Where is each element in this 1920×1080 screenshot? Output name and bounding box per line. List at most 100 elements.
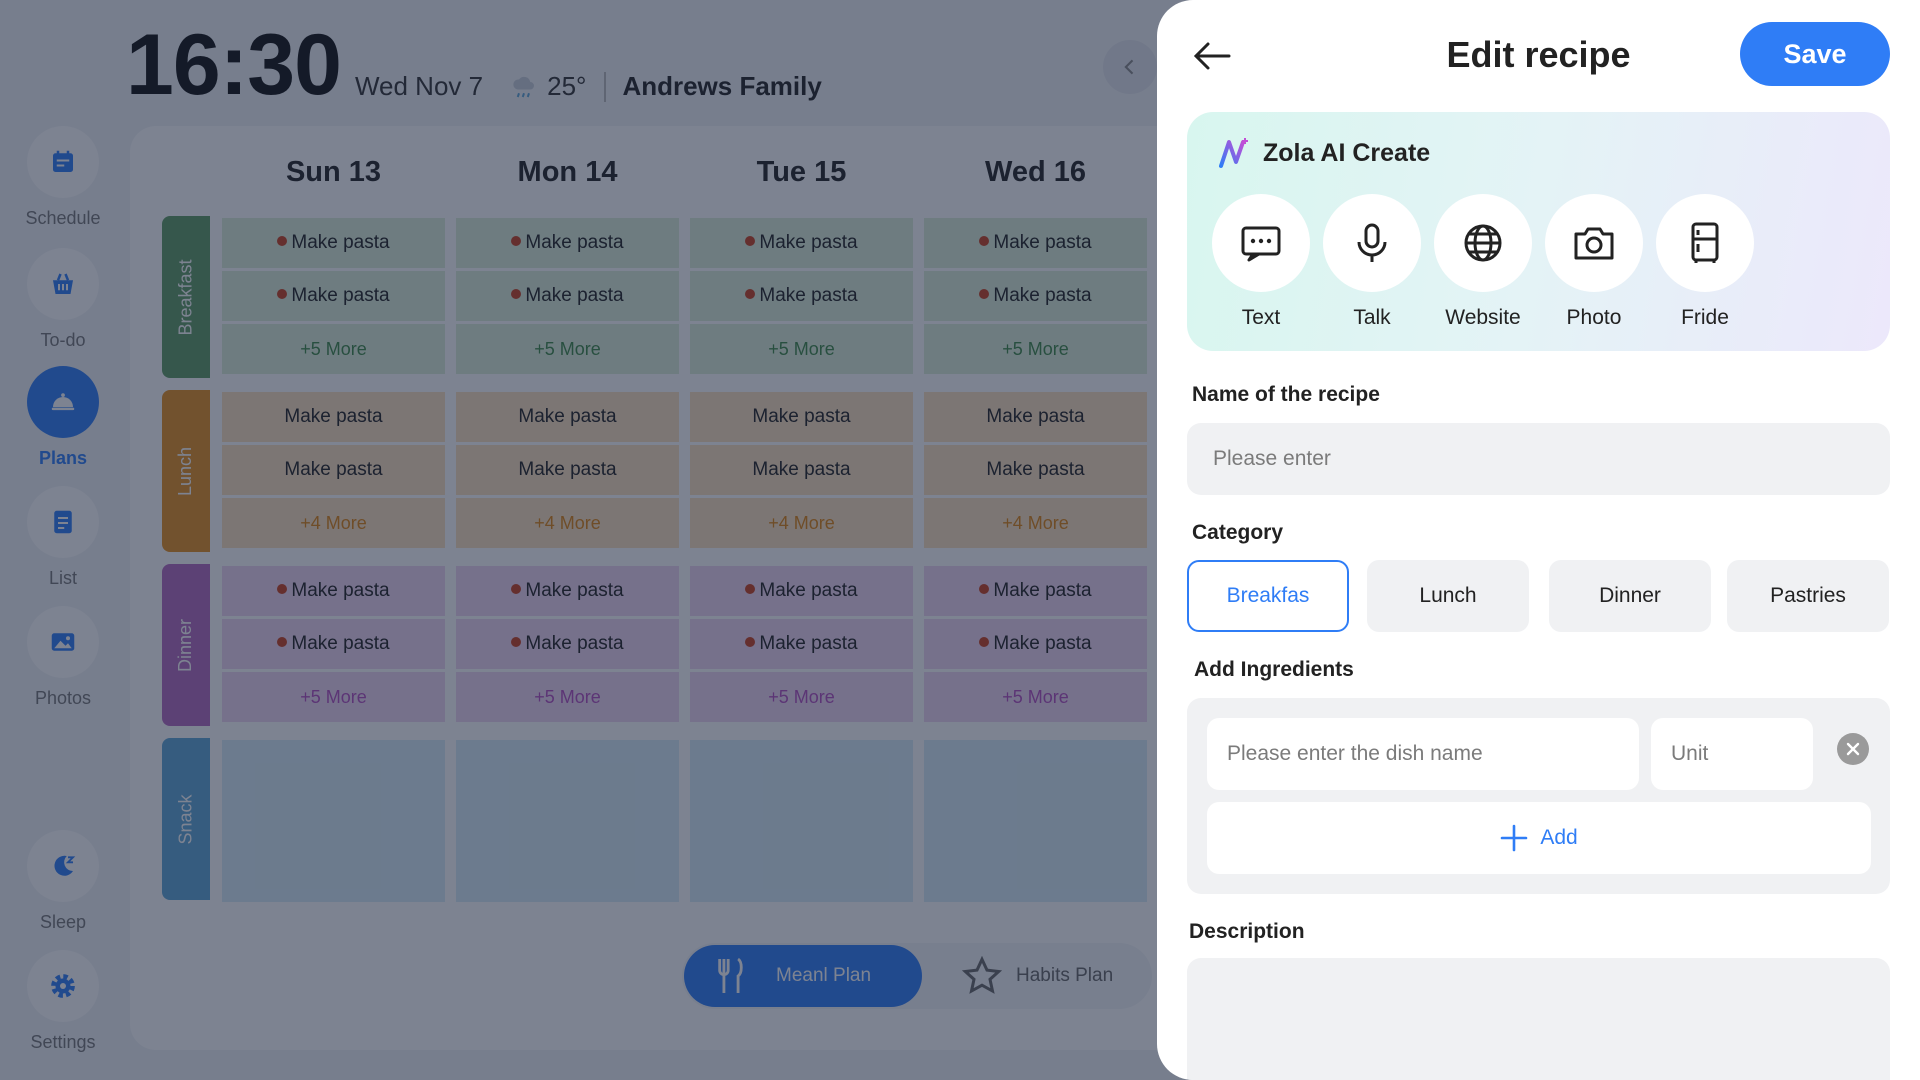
sidebar-item-list[interactable]: List bbox=[0, 486, 126, 589]
day-header: Mon 14 bbox=[517, 156, 618, 188]
meal-item-label: Make pasta bbox=[291, 633, 390, 654]
category-chip-pastries[interactable]: Pastries bbox=[1727, 560, 1889, 632]
star-icon bbox=[962, 956, 1002, 994]
category-chip-dinner[interactable]: Dinner bbox=[1549, 560, 1711, 632]
meal-item[interactable]: Make pasta bbox=[690, 566, 913, 616]
divider bbox=[604, 72, 607, 102]
tomato-icon bbox=[277, 584, 288, 594]
sidebar-item-schedule[interactable]: Schedule bbox=[0, 126, 126, 229]
chevron-left-icon bbox=[1124, 59, 1134, 75]
sidebar-item-settings[interactable]: Settings bbox=[0, 950, 126, 1053]
snack-cell[interactable] bbox=[456, 740, 679, 902]
ai-option-label: Website bbox=[1445, 306, 1521, 329]
tomato-icon bbox=[277, 289, 288, 299]
more-items-link[interactable]: +5 More bbox=[690, 324, 913, 374]
globe-icon bbox=[1434, 194, 1532, 292]
more-items-link[interactable]: +4 More bbox=[924, 498, 1147, 548]
tomato-icon bbox=[745, 289, 756, 299]
description-input[interactable] bbox=[1187, 958, 1890, 1080]
meal-item[interactable]: Make pasta bbox=[222, 392, 445, 442]
more-items-link[interactable]: +4 More bbox=[456, 498, 679, 548]
meal-item[interactable]: Make pasta bbox=[456, 619, 679, 669]
meal-item[interactable]: Make pasta bbox=[690, 392, 913, 442]
more-items-link[interactable]: +4 More bbox=[222, 498, 445, 548]
meal-item[interactable]: Make pasta bbox=[222, 271, 445, 321]
meal-plan-tab[interactable]: Meanl Plan bbox=[684, 945, 922, 1007]
save-button[interactable]: Save bbox=[1740, 22, 1890, 86]
meal-item[interactable]: Make pasta bbox=[456, 392, 679, 442]
meal-item[interactable]: Make pasta bbox=[456, 445, 679, 495]
meal-item[interactable]: Make pasta bbox=[690, 619, 913, 669]
ai-option-fridge[interactable]: Fride bbox=[1656, 194, 1754, 330]
add-ingredient-button[interactable]: Add bbox=[1207, 802, 1871, 874]
category-chip-lunch[interactable]: Lunch bbox=[1367, 560, 1529, 632]
meal-item-label: Make pasta bbox=[759, 633, 858, 654]
meal-tag-label: Snack bbox=[175, 793, 196, 845]
ai-option-website[interactable]: Website bbox=[1434, 194, 1532, 330]
remove-ingredient-button[interactable] bbox=[1837, 733, 1869, 765]
meal-item[interactable]: Make pasta bbox=[222, 218, 445, 268]
more-items-link[interactable]: +5 More bbox=[222, 672, 445, 722]
meal-item[interactable]: Make pasta bbox=[222, 445, 445, 495]
meal-item[interactable]: Make pasta bbox=[690, 218, 913, 268]
meal-item-label: Make pasta bbox=[759, 285, 858, 306]
meal-item-label: Make pasta bbox=[993, 580, 1092, 601]
sidebar-item-photos[interactable]: Photos bbox=[0, 606, 126, 709]
meal-item[interactable]: Make pasta bbox=[924, 218, 1147, 268]
ai-option-talk[interactable]: Talk bbox=[1323, 194, 1421, 330]
snack-cell[interactable] bbox=[222, 740, 445, 902]
habits-plan-tab[interactable]: Habits Plan bbox=[962, 945, 1113, 1007]
meal-item[interactable]: Make pasta bbox=[456, 566, 679, 616]
ingredients-editor: Add bbox=[1187, 698, 1890, 894]
recipe-name-input[interactable] bbox=[1187, 423, 1890, 495]
meal-item-label: Make pasta bbox=[518, 406, 617, 427]
snack-cell[interactable] bbox=[924, 740, 1147, 902]
more-items-link[interactable]: +5 More bbox=[924, 324, 1147, 374]
meal-item-label: Make pasta bbox=[993, 633, 1092, 654]
habits-plan-label: Habits Plan bbox=[1016, 965, 1114, 986]
meal-item-label: Make pasta bbox=[993, 232, 1092, 253]
meal-item[interactable]: Make pasta bbox=[924, 566, 1147, 616]
sidebar: Schedule To-do Plans List Photos Sleep S… bbox=[0, 0, 126, 1080]
rain-cloud-icon bbox=[513, 76, 535, 98]
more-items-link[interactable]: +5 More bbox=[924, 672, 1147, 722]
category-chip-breakfast[interactable]: Breakfas bbox=[1187, 560, 1349, 632]
ai-option-text[interactable]: Text bbox=[1212, 194, 1310, 330]
meal-item[interactable]: Make pasta bbox=[222, 619, 445, 669]
meal-item[interactable]: Make pasta bbox=[690, 271, 913, 321]
ai-option-photo[interactable]: Photo bbox=[1545, 194, 1643, 330]
sidebar-item-todo[interactable]: To-do bbox=[0, 248, 126, 351]
sidebar-item-label: Settings bbox=[30, 1032, 96, 1052]
tomato-icon bbox=[745, 236, 756, 246]
chat-icon bbox=[1212, 194, 1310, 292]
sidebar-item-plans[interactable]: Plans bbox=[0, 366, 126, 469]
sidebar-item-sleep[interactable]: Sleep bbox=[0, 830, 126, 933]
more-items-link[interactable]: +5 More bbox=[690, 672, 913, 722]
temperature: 25° bbox=[547, 71, 587, 101]
meal-item[interactable]: Make pasta bbox=[924, 445, 1147, 495]
snack-cell[interactable] bbox=[690, 740, 913, 902]
meal-item[interactable]: Make pasta bbox=[924, 271, 1147, 321]
meal-item[interactable]: Make pasta bbox=[690, 445, 913, 495]
meal-item[interactable]: Make pasta bbox=[456, 218, 679, 268]
prev-week-button[interactable] bbox=[1103, 40, 1157, 94]
meal-item[interactable]: Make pasta bbox=[924, 392, 1147, 442]
family-name[interactable]: Andrews Family bbox=[622, 71, 821, 102]
image-icon bbox=[27, 606, 99, 678]
meal-item[interactable]: Make pasta bbox=[456, 271, 679, 321]
recipe-name-label: Name of the recipe bbox=[1192, 383, 1380, 406]
ai-option-label: Text bbox=[1241, 306, 1281, 329]
meal-item[interactable]: Make pasta bbox=[222, 566, 445, 616]
zola-ai-logo-icon bbox=[1219, 138, 1248, 168]
meal-item-label: Make pasta bbox=[759, 580, 858, 601]
meal-item[interactable]: Make pasta bbox=[924, 619, 1147, 669]
tomato-icon bbox=[511, 584, 522, 594]
more-items-link[interactable]: +5 More bbox=[456, 672, 679, 722]
more-items-link[interactable]: +5 More bbox=[456, 324, 679, 374]
meal-item-label: Make pasta bbox=[752, 459, 851, 480]
more-items-link[interactable]: +5 More bbox=[222, 324, 445, 374]
dish-name-input[interactable] bbox=[1207, 718, 1639, 790]
meal-item-label: Make pasta bbox=[525, 633, 624, 654]
unit-input[interactable] bbox=[1651, 718, 1813, 790]
more-items-link[interactable]: +4 More bbox=[690, 498, 913, 548]
